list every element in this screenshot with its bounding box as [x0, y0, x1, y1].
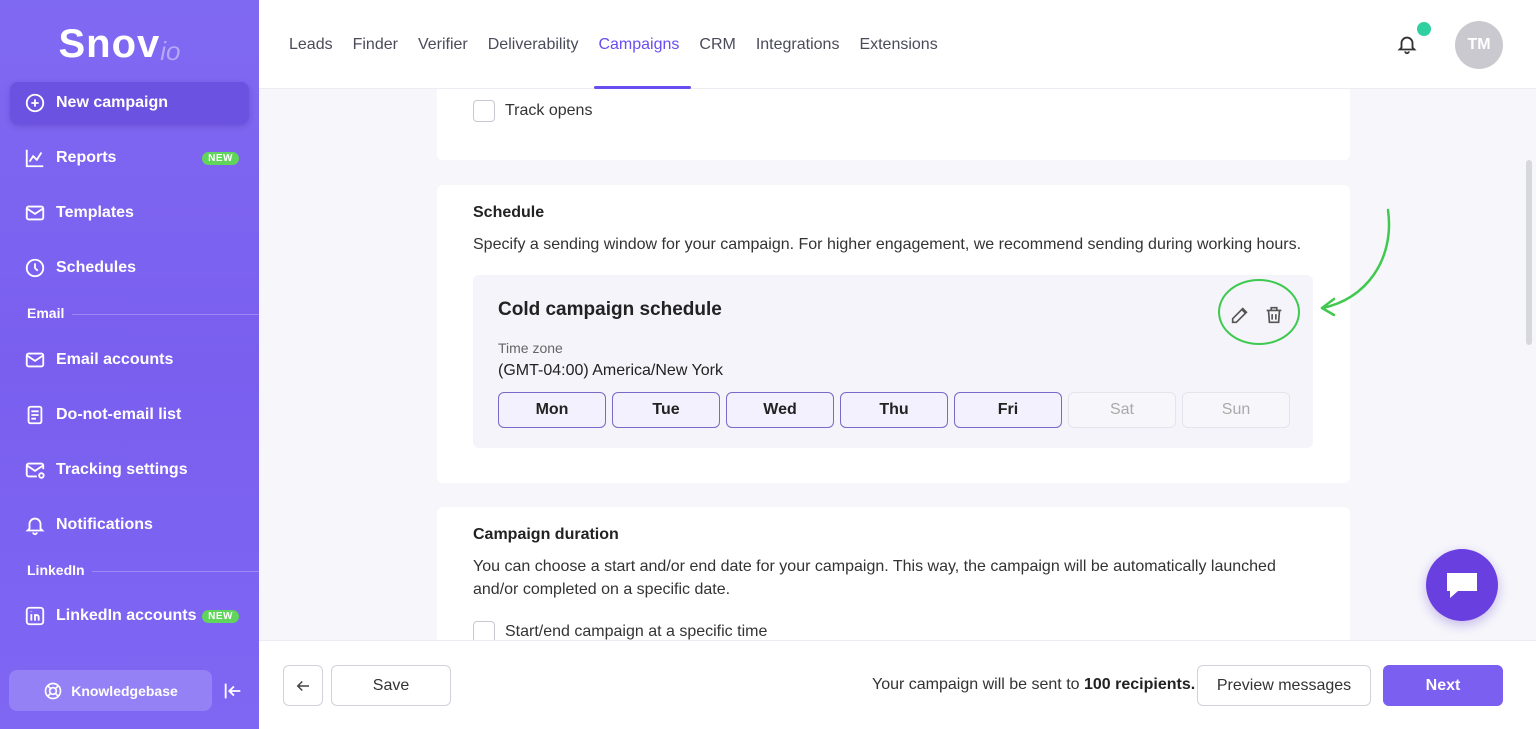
sidebar-item-label: Tracking settings — [56, 461, 188, 478]
day-thu[interactable]: Thu — [840, 392, 948, 428]
sidebar-item-label: Email accounts — [56, 351, 174, 368]
avatar[interactable]: TM — [1455, 21, 1503, 69]
sidebar-item-new-campaign[interactable]: New campaign — [10, 82, 249, 124]
duration-description: You can choose a start and/or end date f… — [473, 558, 1276, 598]
nav-integrations[interactable]: Integrations — [756, 0, 840, 89]
schedule-name: Cold campaign schedule — [498, 299, 722, 320]
notifications-bell-icon[interactable] — [1396, 32, 1418, 56]
nav-verifier[interactable]: Verifier — [418, 0, 468, 89]
linkedin-icon — [25, 606, 45, 626]
sidebar-item-templates[interactable]: Templates — [10, 192, 249, 234]
plus-circle-icon — [25, 93, 45, 113]
sidebar-item-label: Notifications — [56, 516, 153, 533]
edit-pencil-icon[interactable] — [1229, 304, 1251, 326]
day-mon[interactable]: Mon — [498, 392, 606, 428]
nav-crm[interactable]: CRM — [699, 0, 735, 89]
days-row: Mon Tue Wed Thu Fri Sat Sun — [498, 392, 1296, 428]
knowledgebase-button[interactable]: Knowledgebase — [9, 670, 212, 711]
new-badge: NEW — [202, 609, 239, 623]
send-info: Your campaign will be sent to 100 recipi… — [872, 676, 1195, 694]
list-doc-icon — [27, 405, 43, 425]
timezone-value: (GMT-04:00) America/New York — [498, 362, 723, 379]
scrollbar[interactable] — [1526, 160, 1532, 345]
logo-text: Snov — [58, 22, 161, 66]
sidebar-item-linkedin-accounts[interactable]: LinkedIn accounts NEW — [10, 595, 249, 637]
mail-settings-icon — [25, 462, 45, 479]
notification-dot — [1417, 22, 1431, 36]
nav-finder[interactable]: Finder — [353, 0, 398, 89]
template-mail-icon — [25, 205, 45, 221]
sidebar-item-label: Schedules — [56, 259, 137, 276]
sidebar-item-notifications[interactable]: Notifications — [10, 504, 249, 546]
send-info-count: 100 recipients. — [1083, 676, 1196, 693]
schedule-box: Cold campaign schedule Time zone (GMT-04… — [473, 275, 1313, 448]
schedule-card: Schedule Specify a sending window for yo… — [437, 185, 1350, 483]
lifebuoy-icon — [44, 682, 62, 699]
day-tue[interactable]: Tue — [612, 392, 720, 428]
back-button[interactable] — [283, 665, 323, 706]
logo-suffix: io — [160, 36, 181, 66]
tracking-card: Track opens — [437, 89, 1350, 160]
knowledgebase-label: Knowledgebase — [71, 682, 178, 699]
save-button[interactable]: Save — [331, 665, 451, 706]
sidebar-item-tracking-settings[interactable]: Tracking settings — [10, 449, 249, 491]
bell-icon — [25, 517, 45, 536]
nav-deliverability[interactable]: Deliverability — [488, 0, 579, 89]
schedule-description: Specify a sending window for your campai… — [473, 236, 1302, 253]
day-sat[interactable]: Sat — [1068, 392, 1176, 428]
track-opens-row[interactable]: Track opens — [473, 100, 592, 122]
clock-icon — [25, 258, 45, 278]
section-label-linkedin: LinkedIn — [27, 562, 85, 578]
logo[interactable]: Snov io — [0, 0, 259, 89]
sidebar-item-label: LinkedIn accounts — [56, 607, 197, 624]
chart-icon — [25, 149, 44, 168]
section-divider — [92, 571, 259, 572]
schedule-title: Schedule — [473, 204, 545, 221]
track-opens-checkbox[interactable] — [473, 100, 495, 122]
chat-button[interactable] — [1426, 549, 1498, 621]
sidebar-item-label: Reports — [56, 149, 117, 166]
day-wed[interactable]: Wed — [726, 392, 834, 428]
trash-icon[interactable] — [1263, 304, 1285, 326]
chat-icon — [1447, 573, 1477, 598]
preview-messages-button[interactable]: Preview messages — [1197, 665, 1371, 706]
sidebar-item-label: Do-not-email list — [56, 406, 182, 423]
sidebar-item-email-accounts[interactable]: Email accounts — [10, 339, 249, 381]
sidebar-item-do-not-email[interactable]: Do-not-email list — [10, 394, 249, 436]
timezone-label: Time zone — [498, 340, 563, 356]
sidebar-item-label: New campaign — [56, 94, 169, 111]
nav-leads[interactable]: Leads — [289, 0, 333, 89]
new-badge: NEW — [202, 151, 239, 165]
nav-campaigns[interactable]: Campaigns — [594, 0, 692, 89]
section-label-email: Email — [27, 305, 65, 321]
specific-time-label: Start/end campaign at a specific time — [505, 623, 768, 640]
collapse-sidebar-icon[interactable] — [222, 680, 244, 702]
nav-extensions[interactable]: Extensions — [859, 0, 937, 89]
annotation-arrow-icon — [1320, 208, 1391, 317]
sidebar-item-reports[interactable]: Reports NEW — [10, 137, 249, 179]
sidebar-item-label: Templates — [56, 204, 134, 221]
sidebar-item-schedules[interactable]: Schedules — [10, 247, 249, 289]
bottom-bar: Save Your campaign will be sent to 100 r… — [259, 640, 1536, 729]
section-divider — [72, 314, 259, 315]
track-opens-label: Track opens — [505, 102, 593, 119]
arrow-left-icon — [296, 680, 309, 691]
next-button[interactable]: Next — [1383, 665, 1503, 706]
sidebar: Snov io New campaign Reports NEW Templat… — [0, 0, 259, 729]
send-info-prefix: Your campaign will be sent to — [872, 676, 1084, 693]
day-sun[interactable]: Sun — [1182, 392, 1290, 428]
top-bar: Leads Finder Verifier Deliverability Cam… — [259, 0, 1536, 89]
duration-card: Campaign duration You can choose a start… — [437, 507, 1350, 647]
day-fri[interactable]: Fri — [954, 392, 1062, 428]
mail-icon — [25, 352, 45, 368]
top-nav: Leads Finder Verifier Deliverability Cam… — [289, 0, 958, 89]
duration-title: Campaign duration — [473, 526, 619, 543]
